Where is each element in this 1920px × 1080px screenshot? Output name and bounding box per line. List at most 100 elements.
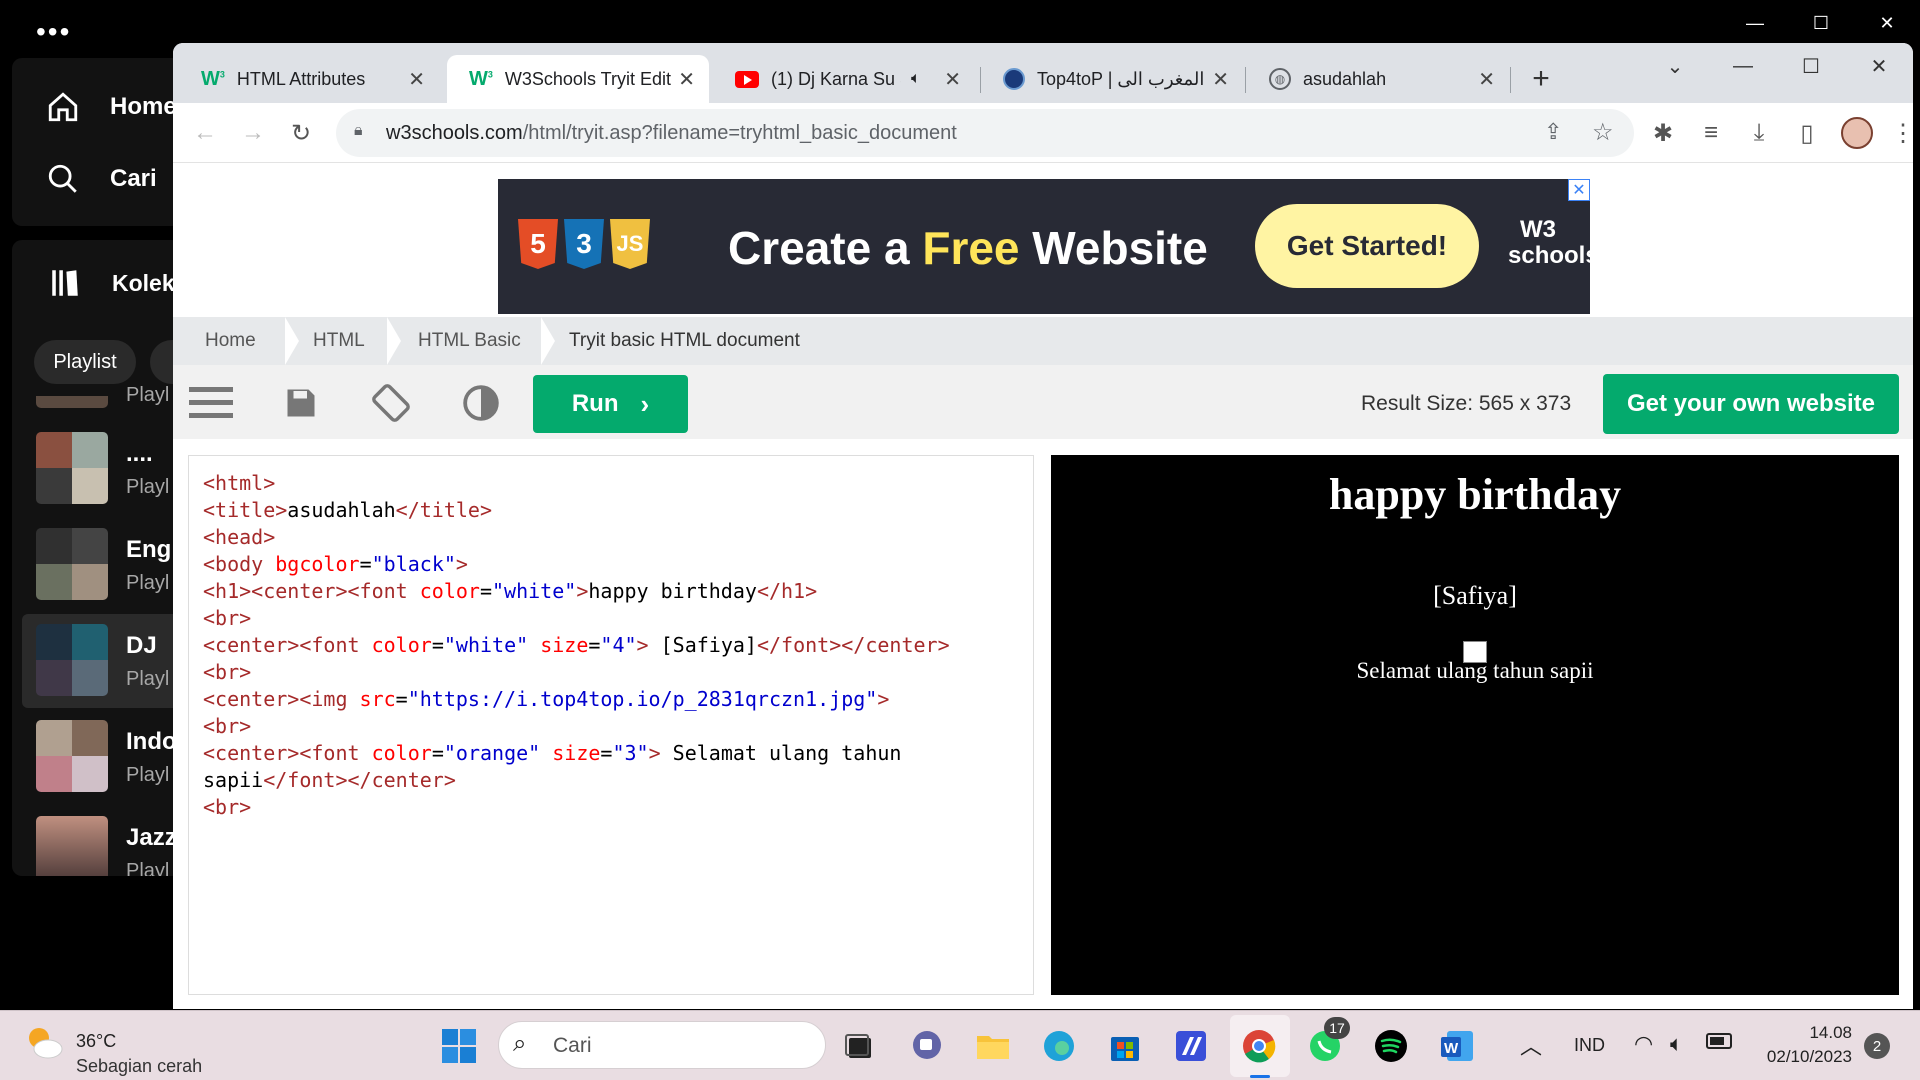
rotate-icon[interactable] (367, 381, 415, 425)
word-icon[interactable]: W (1434, 1023, 1480, 1069)
playlist-cover (36, 528, 108, 600)
theme-toggle-icon[interactable] (457, 381, 505, 425)
playlist-cover (36, 432, 108, 504)
maximize-icon[interactable]: ☐ (1788, 0, 1854, 46)
app-icon[interactable] (1168, 1023, 1214, 1069)
save-icon[interactable] (277, 381, 325, 425)
breadcrumb-html-basic[interactable]: HTML Basic (418, 317, 521, 365)
spotify-nav-search[interactable]: Cari (46, 162, 157, 196)
weather-widget[interactable]: 36°C Sebagian cerah (24, 1023, 202, 1076)
reload-icon[interactable]: ↻ (283, 115, 319, 151)
close-icon[interactable]: ✕ (1854, 0, 1920, 46)
back-icon[interactable]: ← (187, 115, 223, 151)
language-indicator[interactable]: IND (1574, 1035, 1605, 1056)
get-started-button[interactable]: Get Started! (1255, 204, 1479, 288)
playlist-filter-chip[interactable]: Playlist (34, 340, 136, 384)
playlist-title: Engl (126, 536, 178, 563)
editor-toolbar: Run › Result Size: 565 x 373 Get your own… (173, 365, 1913, 439)
maximize-icon[interactable]: ☐ (1777, 43, 1845, 89)
side-panel-icon[interactable]: ▯ (1789, 115, 1825, 151)
minimize-icon[interactable]: — (1722, 0, 1788, 46)
spotify-nav-card (12, 58, 182, 226)
url-host: w3schools.com (386, 122, 523, 144)
run-button[interactable]: Run › (533, 375, 688, 433)
teams-chat-icon[interactable] (904, 1023, 950, 1069)
spotify-nav-home[interactable]: Home (46, 90, 177, 124)
playlist-item[interactable]: .... Playl (36, 432, 186, 504)
w3schools-icon: W3 (469, 67, 493, 90)
tab-asudahlah[interactable]: ◍ asudahlah ✕ (1247, 55, 1509, 103)
start-icon[interactable] (436, 1023, 482, 1069)
address-bar[interactable]: 🔒︎ w3schools.com/html/tryit.asp?filename… (336, 109, 1634, 157)
microsoft-store-icon[interactable] (1102, 1023, 1148, 1069)
result-name: [Safiya] (1433, 581, 1517, 610)
minimize-icon[interactable]: — (1709, 43, 1777, 89)
more-options-icon[interactable]: ••• (36, 18, 71, 46)
playlist-item[interactable]: Indo Playl (36, 720, 186, 792)
wifi-icon[interactable]: ◠ (1634, 1031, 1653, 1057)
close-icon[interactable]: ✕ (678, 67, 695, 92)
playlist-item[interactable]: Engl Playl (36, 528, 186, 600)
tab-html-attributes[interactable]: W3 HTML Attributes ✕ (179, 55, 439, 103)
chrome-icon[interactable] (1236, 1023, 1282, 1069)
bookmark-star-icon[interactable]: ☆ (1592, 118, 1614, 147)
extensions-icon[interactable]: ✱ (1645, 115, 1681, 151)
breadcrumb-html[interactable]: HTML (313, 317, 365, 365)
breadcrumb: Home HTML HTML Basic Tryit basic HTML do… (173, 317, 1913, 365)
close-icon[interactable]: ✕ (1478, 67, 1495, 92)
notification-badge[interactable]: 2 (1864, 1033, 1890, 1059)
playlist-title: Jazz (126, 824, 177, 851)
playlist-item[interactable]: DJ Playl (36, 624, 186, 696)
task-view-icon[interactable] (836, 1023, 882, 1069)
whatsapp-icon[interactable]: 17 (1302, 1017, 1350, 1069)
tab-separator (1510, 67, 1511, 93)
clock[interactable]: 14.08 02/10/2023 (1752, 1021, 1852, 1069)
result-frame[interactable]: happy birthday [Safiya] Selamat ulang ta… (1051, 455, 1899, 995)
download-icon[interactable]: ⤓ (1741, 115, 1777, 151)
share-icon[interactable]: ⇪ (1544, 119, 1562, 145)
tab-search-icon[interactable]: ⌄ (1641, 43, 1709, 89)
tab-w3schools-tryit[interactable]: W3 W3Schools Tryit Edit ✕ (447, 55, 709, 103)
library-icon (52, 270, 78, 296)
close-icon[interactable]: ✕ (408, 67, 425, 92)
url-path: /html/tryit.asp?filename=tryhtml_basic_d… (522, 122, 957, 144)
weather-temp: 36°C (76, 1031, 117, 1051)
code-text[interactable]: <html> <title>asudahlah</title> <head> <… (203, 470, 950, 821)
code-editor[interactable]: <html> <title>asudahlah</title> <head> <… (188, 455, 1034, 995)
tab-title: HTML Attributes (236, 68, 366, 89)
close-icon[interactable]: ✕ (1845, 43, 1913, 89)
menu-icon[interactable]: ⋮ (1885, 115, 1913, 151)
media-control-icon[interactable]: ≡ (1693, 115, 1729, 151)
speaker-icon[interactable]: 🔈︎ (911, 70, 921, 88)
ad-banner[interactable]: 5 3 JS Create a Free Website Get Started… (498, 179, 1599, 314)
avatar[interactable] (1841, 117, 1873, 149)
search-icon (48, 164, 77, 193)
tab-youtube[interactable]: (1) Dj Karna Su S 🔈︎ ✕ (713, 55, 975, 103)
spotify-nav-library[interactable]: Koleks (48, 266, 187, 300)
volume-icon[interactable]: 🔈︎ (1670, 1031, 1683, 1057)
spotify-icon[interactable] (1368, 1023, 1414, 1069)
whatsapp-badge: 17 (1324, 1017, 1350, 1039)
lock-icon[interactable]: 🔒︎ (354, 122, 363, 140)
close-icon[interactable]: ✕ (944, 67, 961, 92)
close-icon[interactable]: ✕ (1212, 67, 1229, 92)
get-own-website-button[interactable]: Get your own website (1603, 374, 1899, 434)
file-explorer-icon[interactable] (970, 1023, 1016, 1069)
menu-icon[interactable] (187, 381, 235, 425)
forward-icon[interactable]: → (235, 115, 271, 151)
chevron-right-icon: › (640, 388, 650, 419)
breadcrumb-separator (541, 317, 555, 365)
playlist-item[interactable]: Jazz Playl (36, 816, 186, 876)
show-hidden-icons-icon[interactable]: ︿ (1520, 1029, 1542, 1061)
clock-date: 02/10/2023 (1766, 1047, 1852, 1066)
new-tab-icon[interactable]: + (1521, 59, 1561, 99)
playlist-cover (36, 624, 108, 696)
tab-title: (1) Dj Karna Su S (771, 68, 901, 89)
edge-icon[interactable] (1036, 1023, 1082, 1069)
taskbar-search[interactable]: ⌕ Cari (498, 1021, 826, 1069)
tab-top4top[interactable]: Top4toP | المغرب الى ✕ (981, 55, 1243, 103)
breadcrumb-home[interactable]: Home (205, 317, 256, 365)
battery-icon[interactable] (1706, 1033, 1732, 1049)
w3schools-logo: W3 schools (1508, 216, 1599, 269)
ad-close-icon[interactable]: ✕ (1568, 179, 1590, 201)
